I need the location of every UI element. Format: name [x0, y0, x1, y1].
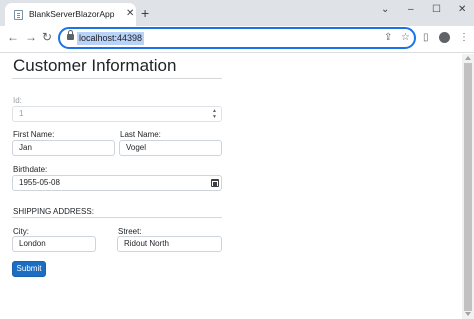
scrollbar-thumb[interactable]	[464, 63, 472, 311]
browser-toolbar: ← → ↻ localhost:44398 ⇪ ☆ ▯ ⋮	[0, 26, 474, 53]
bookmark-star-icon[interactable]: ☆	[401, 31, 410, 45]
first-name-input[interactable]: Jan	[12, 140, 115, 156]
title-divider	[12, 78, 222, 79]
side-panel-icon[interactable]: ▯	[423, 31, 429, 45]
birthdate-input[interactable]: 1955-05-08	[12, 175, 222, 191]
back-arrow-icon[interactable]: ←	[7, 30, 19, 44]
tab-strip: BlankServerBlazorApp ✕ + ⌄ – ☐ ✕	[0, 0, 474, 26]
calendar-icon[interactable]	[211, 179, 219, 187]
reload-icon[interactable]: ↻	[42, 30, 52, 44]
street-input[interactable]: Ridout North	[117, 236, 222, 252]
forward-arrow-icon[interactable]: →	[25, 30, 37, 44]
tab-search-icon[interactable]: ⌄	[381, 4, 389, 16]
scroll-down-arrow-icon[interactable]	[465, 312, 471, 316]
profile-avatar-icon[interactable]	[439, 32, 450, 43]
shipping-divider	[12, 217, 222, 218]
first-name-label: First Name:	[13, 130, 55, 139]
birthdate-label: Birthdate:	[13, 165, 48, 174]
city-input[interactable]: London	[12, 236, 96, 252]
address-bar[interactable]: localhost:44398 ⇪ ☆	[58, 27, 416, 49]
last-name-label: Last Name:	[120, 130, 161, 139]
id-input[interactable]: 1	[12, 106, 222, 122]
last-name-input[interactable]: Vogel	[119, 140, 222, 156]
minimize-button[interactable]: –	[408, 4, 414, 16]
maximize-button[interactable]: ☐	[432, 4, 441, 16]
page-scrollbar[interactable]	[462, 54, 474, 319]
city-label: City:	[13, 227, 29, 236]
page-content: Customer Information Id: 1 ▲ ▼ First Nam…	[0, 54, 462, 319]
submit-button[interactable]: Submit	[12, 261, 46, 277]
tab-close-icon[interactable]: ✕	[126, 8, 134, 20]
browser-tab[interactable]: BlankServerBlazorApp ✕	[5, 3, 136, 26]
close-window-button[interactable]: ✕	[458, 4, 466, 16]
url-text[interactable]: localhost:44398	[77, 32, 145, 45]
id-label: Id:	[13, 96, 22, 105]
page-favicon-icon	[14, 10, 23, 20]
new-tab-button[interactable]: +	[141, 6, 149, 20]
spin-down-icon[interactable]: ▼	[212, 114, 217, 120]
share-icon[interactable]: ⇪	[384, 31, 392, 45]
scroll-up-arrow-icon[interactable]	[465, 56, 471, 60]
street-label: Street:	[118, 227, 142, 236]
lock-icon[interactable]	[67, 30, 74, 40]
shipping-address-heading: SHIPPING ADDRESS:	[13, 207, 94, 216]
page-title: Customer Information	[13, 56, 177, 75]
browser-menu-icon[interactable]: ⋮	[459, 31, 469, 45]
tab-title: BlankServerBlazorApp	[29, 9, 115, 19]
